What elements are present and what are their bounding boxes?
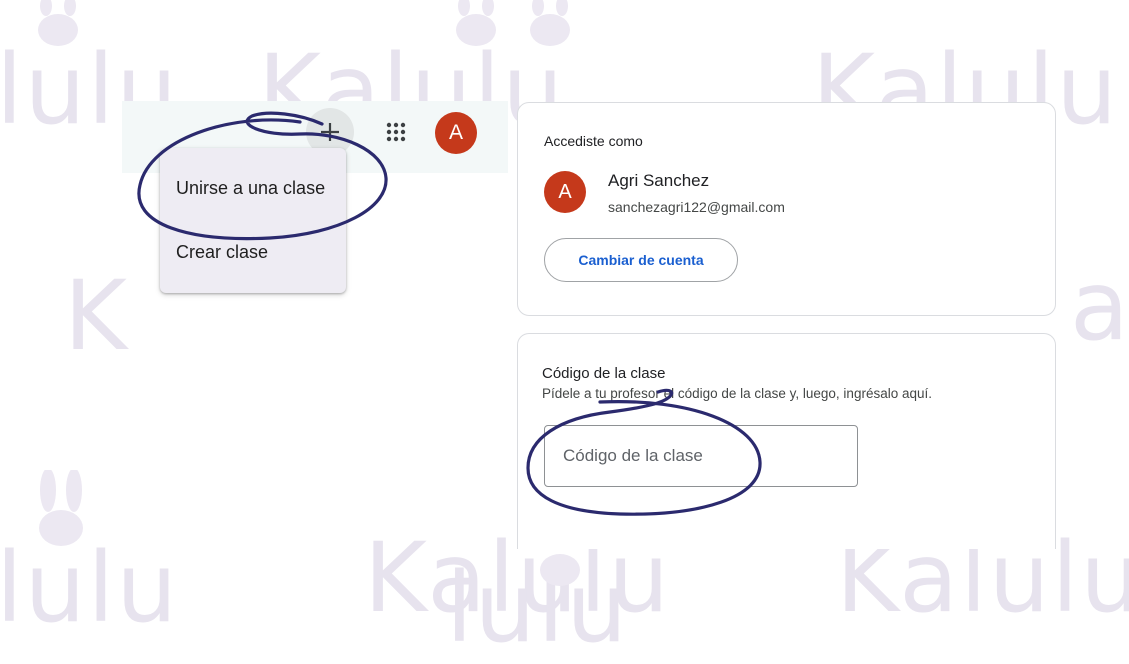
apps-grid-icon (386, 122, 406, 142)
class-code-description: Pídele a tu profesor el código de la cla… (542, 386, 932, 401)
watermark-bunny-icon (530, 0, 570, 46)
class-code-card: Código de la clase Pídele a tu profesor … (517, 333, 1056, 549)
avatar: A (544, 171, 586, 213)
watermark-text: lulu (0, 532, 180, 644)
class-code-input[interactable] (544, 425, 858, 487)
watermark-bunny-icon (540, 554, 580, 586)
class-code-title: Código de la clase (542, 365, 666, 382)
watermark-bunny-icon (38, 0, 78, 46)
switch-account-button[interactable]: Cambiar de cuenta (544, 238, 738, 282)
account-avatar-button[interactable]: A (435, 112, 477, 154)
watermark-bunny-icon (456, 0, 496, 46)
menu-item-create-class[interactable]: Crear clase (176, 242, 268, 263)
create-join-menu: Unirse a una clase Crear clase (160, 148, 346, 293)
watermark-bunny-icon (39, 470, 83, 546)
watermark-text: a (1070, 250, 1129, 362)
account-email: sanchezagri122@gmail.com (608, 199, 785, 215)
menu-item-join-class[interactable]: Unirse a una clase (176, 178, 325, 199)
signed-in-label: Accediste como (544, 133, 643, 149)
watermark-text: K (64, 260, 129, 372)
account-card: Accediste como A Agri Sanchez sanchezagr… (517, 102, 1056, 316)
account-name: Agri Sanchez (608, 171, 710, 190)
plus-icon (321, 123, 339, 141)
google-apps-button[interactable] (372, 108, 420, 156)
watermark-text: lulu (446, 552, 630, 664)
